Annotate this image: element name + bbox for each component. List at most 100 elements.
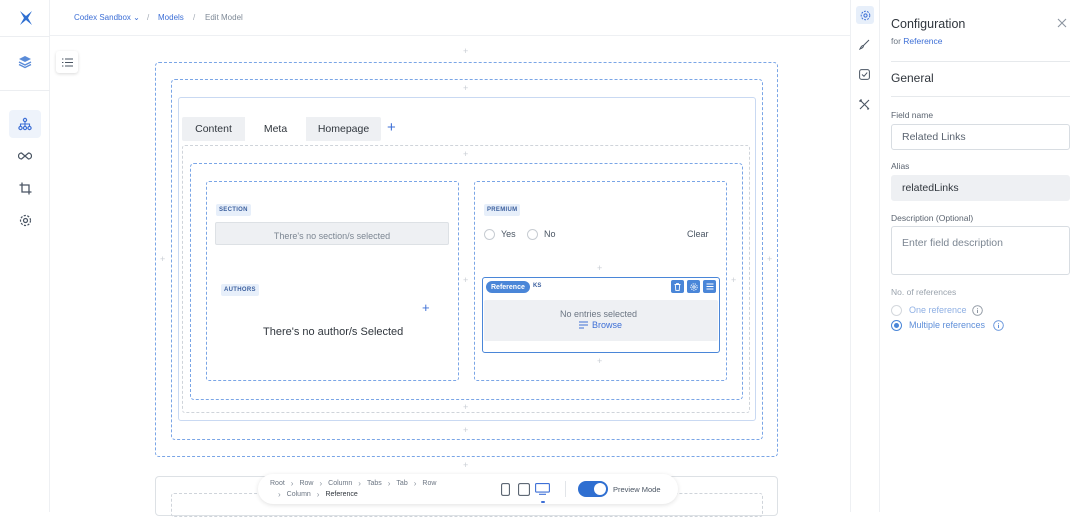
list-icon (61, 57, 73, 67)
section-field-tag: SECTION (216, 204, 251, 216)
premium-no-radio[interactable] (527, 229, 538, 240)
list-icon (579, 321, 588, 329)
path-tabs[interactable]: Tabs (367, 480, 382, 487)
multiple-references-radio[interactable] (891, 320, 902, 331)
info-icon[interactable] (972, 305, 983, 316)
add-row-plus[interactable]: + (463, 426, 468, 435)
description-label: Description (Optional) (891, 213, 974, 223)
premium-yes-radio[interactable] (484, 229, 495, 240)
add-row-plus[interactable]: + (463, 47, 468, 56)
desktop-view-icon[interactable] (535, 483, 550, 495)
add-field-plus[interactable]: + (597, 357, 602, 366)
gear-icon (689, 282, 698, 291)
add-row-plus[interactable]: + (463, 403, 468, 412)
field-settings-button[interactable] (687, 280, 700, 293)
tools-icon[interactable] (859, 99, 870, 110)
outline-toggle-button[interactable] (56, 51, 78, 73)
tab-homepage[interactable]: Homepage (306, 117, 381, 141)
preview-mode-toggle[interactable] (578, 481, 608, 497)
add-field-plus[interactable]: + (597, 264, 602, 273)
breadcrumb-current: Edit Model (205, 13, 243, 22)
style-brush-icon[interactable] (859, 39, 870, 50)
add-tab-button[interactable]: + (387, 119, 396, 137)
browse-label: Browse (592, 320, 623, 330)
path-tab[interactable]: Tab (396, 480, 407, 487)
config-for-link[interactable]: Reference (903, 36, 942, 46)
config-settings-tab[interactable] (856, 6, 874, 24)
description-input[interactable]: Enter field description (891, 226, 1070, 275)
radio-dot (894, 323, 899, 328)
path-row[interactable]: Row (422, 480, 436, 487)
premium-yes-label: Yes (501, 229, 516, 239)
add-column-plus[interactable]: + (160, 255, 165, 264)
breadcrumb-separator: / (147, 13, 150, 22)
left-rail (0, 0, 50, 512)
app-logo[interactable] (17, 9, 35, 27)
crop-icon[interactable] (9, 174, 41, 202)
add-row-plus[interactable]: + (463, 150, 468, 159)
multiple-references-label: Multiple references (909, 320, 986, 330)
panel-divider (891, 96, 1070, 97)
add-column-plus[interactable]: + (731, 276, 736, 285)
field-menu-button[interactable] (703, 280, 716, 293)
breadcrumb-workspace[interactable]: Codex Sandbox ⌄ (74, 13, 140, 22)
alias-label: Alias (891, 161, 910, 171)
toggle-knob (594, 483, 606, 495)
reference-empty-text: No entries selected (560, 309, 638, 319)
add-row-plus[interactable]: + (463, 461, 468, 470)
tab-content[interactable]: Content (182, 117, 245, 141)
chevron-right-icon: › (358, 479, 361, 488)
active-view-indicator (541, 501, 545, 503)
field-name-label: Field name (891, 110, 934, 120)
rail-divider (0, 36, 50, 37)
delete-field-button[interactable] (671, 280, 684, 293)
chevron-right-icon: › (290, 479, 294, 488)
field-name-input[interactable]: Related Links (891, 124, 1070, 150)
trash-icon (674, 282, 681, 291)
layers-icon[interactable] (9, 48, 41, 76)
validation-check-icon[interactable] (859, 69, 870, 80)
premium-clear-button[interactable]: Clear (687, 229, 709, 239)
breadcrumb-models[interactable]: Models (158, 13, 184, 22)
menu-icon (706, 283, 713, 290)
path-column[interactable]: Column (287, 491, 311, 498)
premium-no-label: No (544, 229, 556, 239)
authors-empty-text: There's no author/s Selected (263, 326, 404, 338)
path-reference[interactable]: Reference (325, 491, 357, 498)
config-section-title: General (891, 71, 934, 85)
structure-path-row2: › Column › Reference (278, 490, 358, 499)
one-reference-label: One reference (909, 305, 967, 315)
add-author-button[interactable]: + (422, 300, 430, 315)
mobile-view-icon[interactable] (501, 483, 510, 496)
add-column-plus[interactable]: + (463, 276, 468, 285)
gear-icon (860, 10, 870, 20)
section-field-empty[interactable]: There's no section/s selected (215, 222, 449, 245)
add-column-plus[interactable]: + (767, 255, 772, 264)
chevron-right-icon: › (387, 479, 391, 488)
config-title: Configuration (891, 17, 966, 31)
alias-input: relatedLinks (891, 175, 1070, 201)
path-root[interactable]: Root (270, 480, 285, 487)
model-structure-icon[interactable] (9, 110, 41, 138)
infinity-icon[interactable] (9, 142, 41, 170)
path-row[interactable]: Row (299, 480, 313, 487)
one-reference-radio[interactable] (891, 305, 902, 316)
reference-field-tag: KS (533, 283, 542, 289)
config-subtitle: for Reference (891, 36, 943, 46)
browse-button[interactable]: Browse (579, 320, 622, 330)
panel-divider (891, 61, 1070, 62)
tab-meta[interactable]: Meta (245, 117, 306, 141)
reference-type-badge: Reference (486, 281, 530, 293)
toolbar-divider (565, 481, 566, 497)
premium-field-tag: PREMIUM (484, 204, 521, 216)
path-column[interactable]: Column (328, 480, 352, 487)
breadcrumb-separator: / (193, 13, 196, 22)
chevron-right-icon: › (319, 479, 323, 488)
settings-gear-icon[interactable] (9, 206, 41, 234)
close-icon[interactable] (1057, 18, 1067, 28)
chevron-right-icon: › (413, 479, 417, 488)
info-icon[interactable] (993, 320, 1004, 331)
rail-divider (0, 90, 50, 91)
tablet-view-icon[interactable] (518, 483, 530, 496)
chevron-right-icon: › (316, 490, 320, 499)
